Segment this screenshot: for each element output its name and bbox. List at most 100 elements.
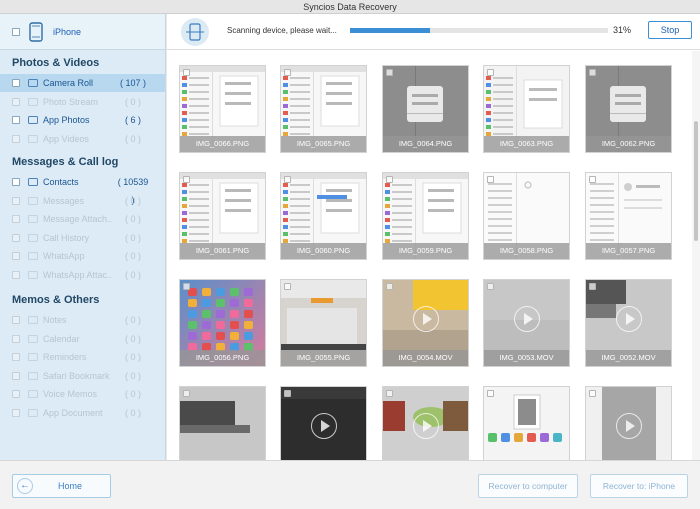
sidebar-item[interactable]: Call History ( 0 ) — [0, 229, 165, 247]
sidebar-item-checkbox[interactable] — [12, 97, 20, 106]
media-checkbox[interactable] — [183, 176, 190, 183]
media-checkbox[interactable] — [284, 390, 291, 397]
category-icon — [28, 390, 38, 399]
media-tile[interactable]: IMG_0056.PNG — [179, 279, 266, 367]
media-checkbox[interactable] — [589, 390, 596, 397]
media-checkbox[interactable] — [487, 176, 494, 183]
media-tile[interactable]: IMG_0058.PNG — [483, 172, 570, 260]
stop-button[interactable]: Stop — [648, 21, 692, 39]
media-checkbox[interactable] — [284, 176, 291, 183]
media-checkbox[interactable] — [284, 283, 291, 290]
media-tile[interactable]: IMG_0066.PNG — [179, 65, 266, 153]
media-checkbox[interactable] — [589, 176, 596, 183]
media-tile[interactable]: IMG_0060.PNG — [280, 172, 367, 260]
media-checkbox[interactable] — [589, 283, 596, 290]
sidebar-item[interactable]: App Videos ( 0 ) — [0, 130, 165, 148]
sidebar-item[interactable]: App Photos ( 6 ) — [0, 111, 165, 129]
sidebar-item[interactable]: WhatsApp Attac... ( 0 ) — [0, 266, 165, 284]
media-tile[interactable]: IMG_0065.PNG — [280, 65, 367, 153]
media-tile[interactable] — [179, 386, 266, 460]
sidebar-item-count: ( 0 ) — [124, 315, 141, 325]
sidebar-item-checkbox[interactable] — [12, 409, 20, 417]
sidebar-item[interactable]: WhatsApp ( 0 ) — [0, 247, 165, 265]
sidebar-item[interactable]: Reminders ( 0 ) — [0, 348, 165, 366]
sidebar-item[interactable]: Safari Bookmark ( 0 ) — [0, 367, 165, 385]
grid-scrollbar-thumb[interactable] — [694, 121, 698, 241]
media-checkbox[interactable] — [183, 283, 190, 290]
media-checkbox[interactable] — [487, 283, 494, 290]
media-tile[interactable]: IMG_0053.MOV — [483, 279, 570, 367]
sidebar-item[interactable]: Contacts( 10539 ) — [0, 173, 165, 205]
sidebar-item-checkbox[interactable] — [12, 233, 20, 242]
sidebar-item-checkbox[interactable] — [12, 252, 20, 261]
media-tile[interactable] — [382, 386, 469, 460]
media-tile[interactable]: IMG_0062.PNG — [585, 65, 672, 153]
footer: ← Home Recover to computer Recover to: i… — [0, 460, 700, 509]
media-tile[interactable]: IMG_0064.PNG — [382, 65, 469, 153]
media-checkbox[interactable] — [284, 69, 291, 76]
media-tile[interactable]: IMG_0059.PNG — [382, 172, 469, 260]
media-tile[interactable]: IMG_0054.MOV — [382, 279, 469, 367]
sidebar-item-checkbox[interactable] — [12, 196, 20, 205]
device-row[interactable]: iPhone — [0, 14, 165, 50]
media-checkbox[interactable] — [183, 390, 190, 397]
sidebar-item-label: WhatsApp — [43, 251, 85, 262]
device-label: iPhone — [53, 27, 82, 37]
sidebar-item-checkbox[interactable] — [12, 178, 20, 186]
sidebar-item[interactable]: Message Attach... ( 0 ) — [0, 210, 165, 228]
sidebar-item[interactable]: App Document ( 0 ) — [0, 404, 165, 422]
category-icon — [28, 233, 38, 242]
media-checkbox[interactable] — [386, 69, 393, 76]
media-checkbox[interactable] — [487, 390, 494, 397]
category-icon — [28, 79, 38, 87]
media-thumbnail — [484, 387, 569, 460]
category-icon — [28, 215, 38, 224]
recover-to-iphone-button[interactable]: Recover to: iPhone — [590, 474, 688, 498]
sidebar-item-count: ( 6 ) — [124, 115, 141, 126]
sidebar-item-checkbox[interactable] — [12, 215, 20, 224]
sidebar-item-checkbox[interactable] — [12, 334, 20, 343]
sidebar-item[interactable]: Camera Roll ( 107 ) — [0, 74, 165, 92]
media-tile[interactable] — [585, 386, 672, 460]
media-checkbox[interactable] — [183, 69, 190, 76]
media-checkbox[interactable] — [487, 69, 494, 76]
grid-scrollbar[interactable] — [692, 51, 700, 460]
sidebar-item-checkbox[interactable] — [12, 353, 20, 362]
media-tile[interactable]: IMG_0052.MOV — [585, 279, 672, 367]
media-checkbox[interactable] — [386, 283, 393, 290]
sidebar-item-checkbox[interactable] — [12, 316, 20, 324]
media-tile[interactable]: IMG_0061.PNG — [179, 172, 266, 260]
sidebar-item-checkbox[interactable] — [12, 271, 20, 279]
sidebar-item-checkbox[interactable] — [12, 79, 20, 87]
back-arrow-icon: ← — [17, 478, 33, 494]
sidebar-item[interactable]: Calendar ( 0 ) — [0, 330, 165, 348]
media-checkbox[interactable] — [386, 390, 393, 397]
recover-to-computer-button[interactable]: Recover to computer — [478, 474, 578, 498]
media-tile[interactable]: IMG_0057.PNG — [585, 172, 672, 260]
sidebar-item[interactable]: Photo Stream ( 0 ) — [0, 93, 165, 111]
sidebar-item-checkbox[interactable] — [12, 134, 20, 143]
sidebar-item[interactable]: Voice Memos ( 0 ) — [0, 385, 165, 403]
media-checkbox[interactable] — [386, 176, 393, 183]
sidebar-item-checkbox[interactable] — [12, 390, 20, 399]
media-tile[interactable]: IMG_0063.PNG — [483, 65, 570, 153]
media-filename: IMG_0062.PNG — [586, 136, 671, 152]
media-filename: IMG_0060.PNG — [281, 243, 366, 259]
device-checkbox[interactable] — [12, 28, 20, 36]
media-filename: IMG_0065.PNG — [281, 136, 366, 152]
media-tile[interactable] — [280, 386, 367, 460]
media-tile[interactable] — [483, 386, 570, 460]
media-checkbox[interactable] — [589, 69, 596, 76]
sidebar-section-title: Memos & Others — [12, 294, 100, 306]
media-filename: IMG_0059.PNG — [383, 243, 468, 259]
sidebar-item-checkbox[interactable] — [12, 116, 20, 125]
media-filename: IMG_0057.PNG — [586, 243, 671, 259]
category-icon — [28, 134, 38, 143]
sidebar-item-checkbox[interactable] — [12, 371, 20, 380]
sidebar-item[interactable]: Notes ( 0 ) — [0, 311, 165, 329]
sidebar-item-count: ( 0 ) — [124, 133, 141, 144]
sidebar-item[interactable]: Messages ( 0 ) — [0, 192, 165, 210]
home-button[interactable]: ← Home — [12, 474, 111, 498]
sidebar-item-count: ( 107 ) — [119, 78, 146, 88]
media-tile[interactable]: IMG_0055.PNG — [280, 279, 367, 367]
